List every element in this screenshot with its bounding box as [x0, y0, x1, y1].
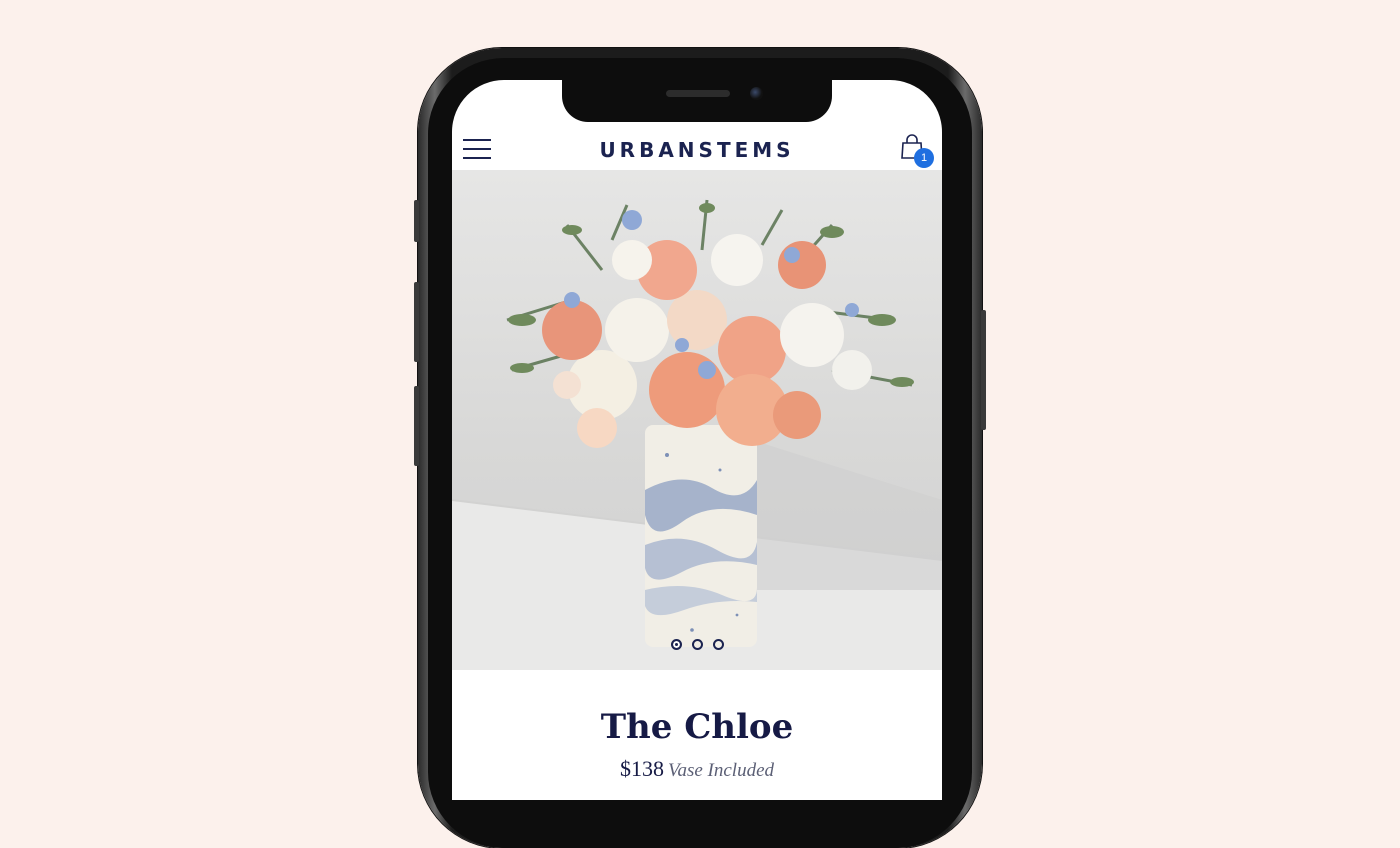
product-price-line: $138 Vase Included	[452, 756, 942, 782]
product-title: The Chloe	[600, 707, 794, 747]
carousel-dot-1[interactable]	[670, 639, 682, 650]
site-header: URBANSTEMS 1	[452, 122, 942, 170]
product-price: $138	[619, 756, 664, 781]
carousel-dot-2[interactable]	[691, 639, 703, 650]
phone-volume-up	[414, 282, 419, 362]
phone-screen: URBANSTEMS 1 The Chloe $138 Vase Include…	[452, 80, 942, 800]
speaker-grille	[666, 90, 730, 97]
phone-power-button	[981, 310, 986, 430]
bouquet-photo	[452, 199, 942, 670]
product-price-note: Vase Included	[667, 760, 775, 781]
cart-count-badge: 1	[914, 148, 934, 168]
front-camera	[750, 87, 763, 100]
brand-logo[interactable]: URBANSTEMS	[452, 138, 942, 162]
carousel-dot-3[interactable]	[712, 639, 724, 650]
cart-button[interactable]: 1	[900, 134, 934, 170]
carousel-dots	[452, 637, 942, 655]
phone-silent-switch	[414, 200, 419, 242]
phone-volume-down	[414, 386, 419, 466]
phone-notch	[562, 80, 832, 122]
product-image[interactable]	[452, 170, 942, 670]
